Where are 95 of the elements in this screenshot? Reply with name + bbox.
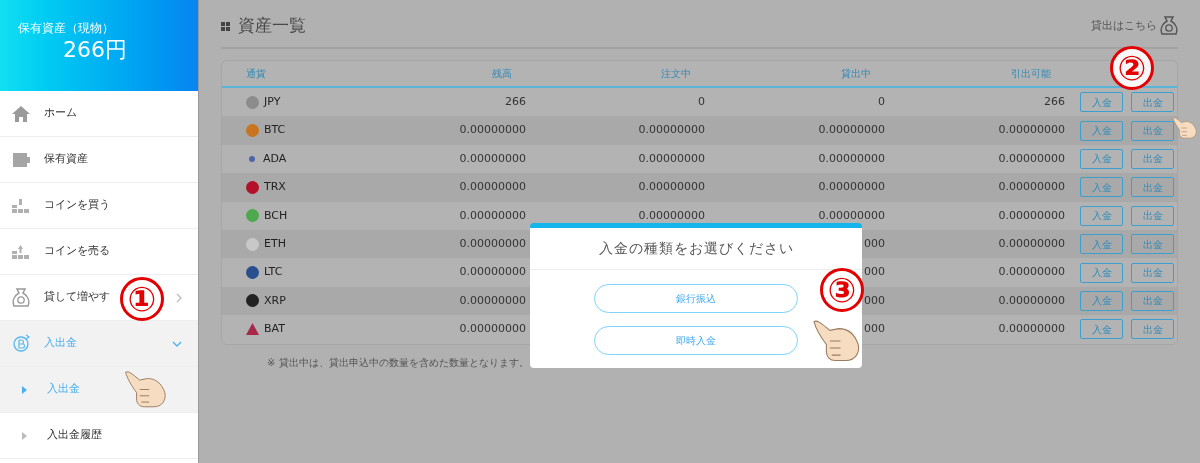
table-cell: 0.00000000 bbox=[818, 208, 885, 222]
table-cell: 0.00000000 bbox=[818, 180, 885, 194]
deposit-button[interactable]: 入金 bbox=[1080, 205, 1123, 226]
deposit-button[interactable]: 入金 bbox=[1080, 262, 1123, 283]
table-cell: 0.00000000 bbox=[459, 151, 526, 165]
currency-name: TRX bbox=[264, 179, 286, 196]
withdraw-button[interactable]: 出金 bbox=[1131, 177, 1174, 198]
nav-label: 入出金 bbox=[44, 335, 77, 352]
nav-label: ホーム bbox=[44, 105, 77, 122]
deposit-button[interactable]: 入金 bbox=[1080, 319, 1123, 340]
table-cell: 0.00000000 bbox=[998, 293, 1065, 307]
option-button[interactable]: 銀行振込 bbox=[594, 284, 798, 313]
table-cell: 266 bbox=[1044, 94, 1065, 108]
caret-icon bbox=[22, 431, 27, 440]
table-cell: 0.00000000 bbox=[998, 180, 1065, 194]
nav-label: コインを買う bbox=[44, 197, 110, 214]
pointing-hand-icon bbox=[812, 318, 862, 364]
column-header: 引出可能 bbox=[1010, 67, 1052, 81]
balance-label: 保有資産（現物） bbox=[18, 20, 114, 36]
grid-icon bbox=[221, 21, 230, 31]
footnote: ※ 貸出中は、貸出申込中の数量を含めた数量となります。 bbox=[267, 355, 530, 370]
currency-name: BAT bbox=[264, 321, 285, 338]
table-cell: 0.00000000 bbox=[459, 322, 526, 336]
currency-name: JPY bbox=[264, 93, 281, 110]
page-title: 資産一覧 bbox=[238, 14, 306, 38]
withdraw-button[interactable]: 出金 bbox=[1131, 234, 1174, 255]
coins-icon bbox=[12, 244, 30, 259]
withdraw-button[interactable]: 出金 bbox=[1131, 92, 1174, 113]
withdraw-button[interactable]: 出金 bbox=[1131, 319, 1174, 340]
table-cell: 000 bbox=[864, 293, 885, 307]
coins-icon bbox=[12, 198, 30, 213]
nav-item[interactable]: 入出金 bbox=[0, 321, 198, 367]
table-cell: 0.00000000 bbox=[638, 208, 705, 222]
table-cell: 0.00000000 bbox=[459, 180, 526, 194]
subnav-item[interactable]: 入出金 bbox=[0, 367, 198, 413]
money-bag-icon bbox=[1160, 16, 1178, 36]
table-cell: 000 bbox=[864, 236, 885, 250]
table-cell: 000 bbox=[864, 322, 885, 336]
table-cell: 000 bbox=[864, 265, 885, 279]
nav-label: 貸して増やす bbox=[44, 289, 110, 306]
table-cell: 0.00000000 bbox=[459, 293, 526, 307]
table-cell: 0.00000000 bbox=[459, 208, 526, 222]
option-button[interactable]: 即時入金 bbox=[594, 326, 798, 355]
currency-name: ETH bbox=[264, 235, 286, 252]
lending-link[interactable]: 貸出はこちら bbox=[1091, 16, 1178, 36]
table-cell: 0.00000000 bbox=[459, 265, 526, 279]
table-cell: 0.00000000 bbox=[638, 123, 705, 137]
deposit-button[interactable]: 入金 bbox=[1080, 148, 1123, 169]
subnav-label: 入出金 bbox=[47, 381, 81, 398]
column-header: 貸出中 bbox=[840, 67, 872, 81]
table-cell: 0.00000000 bbox=[818, 123, 885, 137]
currency-name: LTC bbox=[264, 264, 283, 281]
table-cell: 0.00000000 bbox=[998, 322, 1065, 336]
deposit-button[interactable]: 入金 bbox=[1080, 290, 1123, 311]
nav-label: 保有資産 bbox=[44, 151, 88, 168]
balance-amount: 266円 bbox=[63, 36, 127, 64]
caret-icon bbox=[22, 385, 27, 394]
home-icon bbox=[12, 105, 30, 122]
table-cell: 0.00000000 bbox=[459, 123, 526, 137]
deposit-button[interactable]: 入金 bbox=[1080, 92, 1123, 113]
dialog-title: 入金の種類をお選びください bbox=[598, 239, 794, 258]
nav-label: コインを売る bbox=[44, 243, 110, 260]
money-bag-icon bbox=[12, 287, 30, 308]
table-cell: 266 bbox=[505, 94, 526, 108]
currency-name: XRP bbox=[264, 292, 286, 309]
withdraw-button[interactable]: 出金 bbox=[1131, 205, 1174, 226]
wallet-icon bbox=[12, 152, 30, 167]
pointing-hand-icon bbox=[124, 369, 168, 410]
exchange-icon bbox=[11, 333, 31, 354]
table-cell: 0.00000000 bbox=[998, 236, 1065, 250]
table-cell: 0 bbox=[878, 94, 885, 108]
table-cell: 0.00000000 bbox=[998, 151, 1065, 165]
withdraw-button[interactable]: 出金 bbox=[1131, 120, 1174, 141]
column-header: 残高 bbox=[491, 67, 513, 81]
pointing-hand-icon bbox=[1172, 116, 1198, 140]
currency-name: ADA bbox=[263, 150, 287, 167]
table-cell: 0 bbox=[698, 94, 705, 108]
subnav-label: 入出金履歴 bbox=[47, 427, 103, 444]
deposit-button[interactable]: 入金 bbox=[1080, 177, 1123, 198]
table-cell: 0.00000000 bbox=[818, 151, 885, 165]
table-cell: 0.00000000 bbox=[998, 208, 1065, 222]
column-header: 通貨 bbox=[245, 67, 267, 81]
currency-name: BTC bbox=[264, 122, 286, 139]
table-cell: 0.00000000 bbox=[638, 180, 705, 194]
table-cell: 0.00000000 bbox=[459, 236, 526, 250]
deposit-button[interactable]: 入金 bbox=[1080, 234, 1123, 255]
table-cell: 0.00000000 bbox=[998, 265, 1065, 279]
deposit-button[interactable]: 入金 bbox=[1080, 120, 1123, 141]
withdraw-button[interactable]: 出金 bbox=[1131, 262, 1174, 283]
withdraw-button[interactable]: 出金 bbox=[1131, 290, 1174, 311]
column-header: 注文中 bbox=[660, 67, 692, 81]
withdraw-button[interactable]: 出金 bbox=[1131, 148, 1174, 169]
table-cell: 0.00000000 bbox=[638, 151, 705, 165]
table-cell: 0.00000000 bbox=[998, 123, 1065, 137]
currency-name: BCH bbox=[264, 207, 288, 224]
